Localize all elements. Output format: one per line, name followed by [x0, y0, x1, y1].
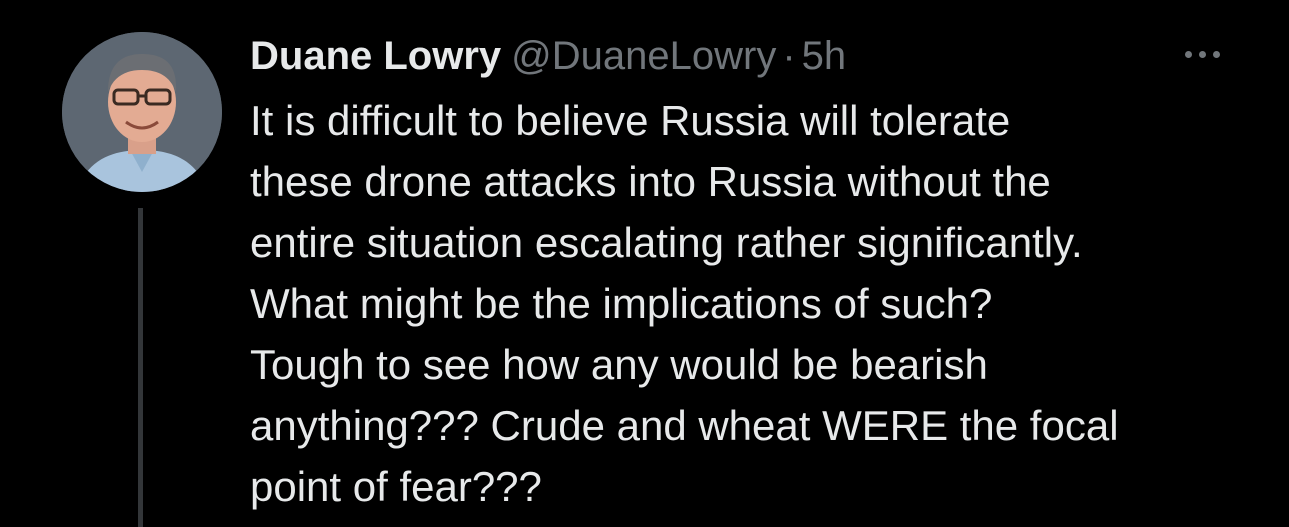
tweet-text: It is difficult to believe Russia will t…: [250, 97, 1119, 510]
more-options-icon[interactable]: [1178, 44, 1226, 64]
avatar[interactable]: [62, 32, 222, 192]
thread-line: [138, 208, 143, 527]
tweet[interactable]: Duane Lowry @DuaneLowry · 5h It is diffi…: [0, 0, 1289, 527]
more-dot: [1198, 50, 1206, 58]
separator-dot: ·: [782, 34, 796, 78]
more-dot: [1184, 50, 1192, 58]
more-dot: [1212, 50, 1220, 58]
tweet-timestamp[interactable]: 5h: [802, 28, 847, 84]
tweet-header: Duane Lowry @DuaneLowry · 5h: [250, 28, 846, 88]
profile-photo-icon: [62, 32, 222, 192]
author-display-name[interactable]: Duane Lowry: [250, 28, 501, 84]
author-handle[interactable]: @DuaneLowry: [511, 28, 776, 84]
